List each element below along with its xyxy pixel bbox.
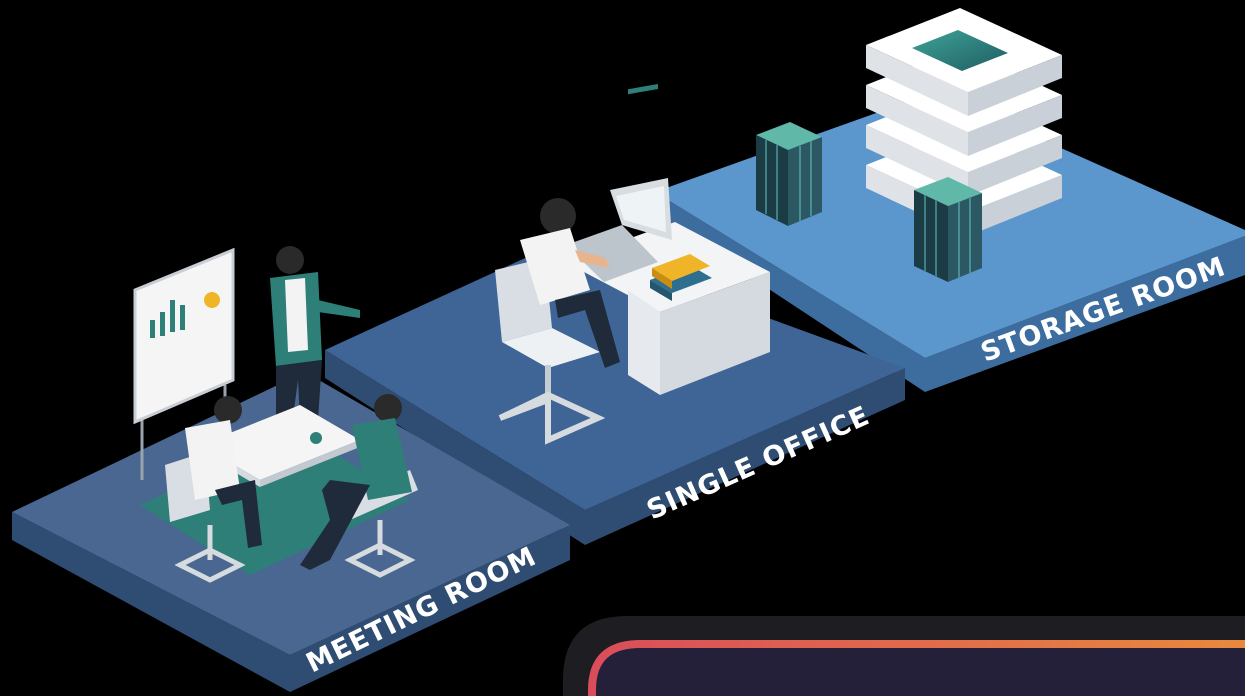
storage-column-left	[756, 122, 822, 226]
storage-column-right	[914, 177, 982, 282]
isometric-office-illustration: STORAGE ROOM SINGLE OFFICE MEETING ROOM	[12, 8, 1245, 696]
decorative-corner-panel	[563, 616, 1245, 696]
